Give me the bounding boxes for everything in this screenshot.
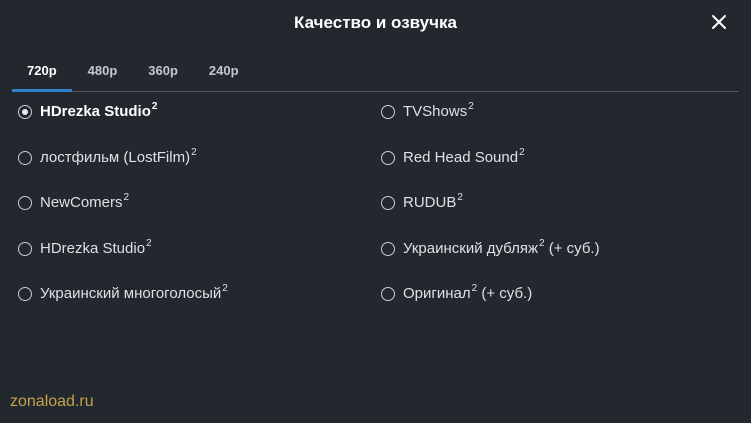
options-row: HDrezka Studio2 Украинский дубляж2 (+ су… <box>18 235 743 281</box>
dialog-title: Качество и озвучка <box>294 13 457 32</box>
options-row: NewComers2 RUDUB2 <box>18 189 743 235</box>
quality-tabs: 720p 480p 360p 240p <box>12 62 739 92</box>
options-row: Украинский многоголосый2 Оригинал2 (+ су… <box>18 280 743 326</box>
radio-icon[interactable] <box>18 287 32 301</box>
options-row: HDrezka Studio2 TVShows2 <box>18 98 743 144</box>
option-newcomers[interactable]: NewComers2 <box>18 189 381 219</box>
quality-dialog: Качество и озвучка 720p 480p 360p 240p H… <box>0 0 751 423</box>
radio-icon[interactable] <box>381 105 395 119</box>
option-original[interactable]: Оригинал2 (+ суб.) <box>381 280 721 310</box>
option-label: лостфильм (LostFilm)2 <box>40 146 197 166</box>
radio-icon[interactable] <box>381 150 395 165</box>
radio-icon[interactable] <box>381 287 395 301</box>
option-rudub[interactable]: RUDUB2 <box>381 189 721 219</box>
close-button[interactable] <box>708 11 730 33</box>
option-hdrezka-studio[interactable]: HDrezka Studio2 <box>18 98 381 128</box>
tab-480p[interactable]: 480p <box>73 62 133 91</box>
option-ukrainian-dub[interactable]: Украинский дубляж2 (+ суб.) <box>381 235 721 265</box>
option-ukrainian-multivoice[interactable]: Украинский многоголосый2 <box>18 280 381 310</box>
radio-icon[interactable] <box>18 241 32 256</box>
tab-720p[interactable]: 720p <box>12 62 72 92</box>
option-label: Оригинал2 (+ суб.) <box>403 283 533 302</box>
option-label: NewComers2 <box>40 192 130 211</box>
radio-icon[interactable] <box>381 196 395 210</box>
option-lostfilm[interactable]: лостфильм (LostFilm)2 <box>18 144 381 174</box>
option-label: RUDUB2 <box>403 192 463 211</box>
option-label: HDrezka Studio2 <box>40 101 158 120</box>
radio-icon[interactable] <box>18 196 32 210</box>
options-row: лостфильм (LostFilm)2 Red Head Sound2 <box>18 144 743 190</box>
option-label: Red Head Sound2 <box>403 146 525 166</box>
close-icon <box>712 15 726 29</box>
option-label: HDrezka Studio2 <box>40 237 152 257</box>
radio-checked-icon[interactable] <box>18 105 32 119</box>
option-label: TVShows2 <box>403 101 474 120</box>
watermark: zonaload.ru <box>10 393 94 410</box>
option-label: Украинский многоголосый2 <box>40 283 228 302</box>
option-red-head-sound[interactable]: Red Head Sound2 <box>381 144 721 174</box>
tab-240p[interactable]: 240p <box>194 62 254 91</box>
voiceover-options: HDrezka Studio2 TVShows2 лостфильм (Lost… <box>18 98 743 326</box>
option-tvshows[interactable]: TVShows2 <box>381 98 721 128</box>
option-hdrezka-studio-2[interactable]: HDrezka Studio2 <box>18 235 381 265</box>
radio-icon[interactable] <box>381 241 395 256</box>
tab-360p[interactable]: 360p <box>133 62 193 91</box>
option-label: Украинский дубляж2 (+ суб.) <box>403 237 600 257</box>
radio-icon[interactable] <box>18 150 32 165</box>
